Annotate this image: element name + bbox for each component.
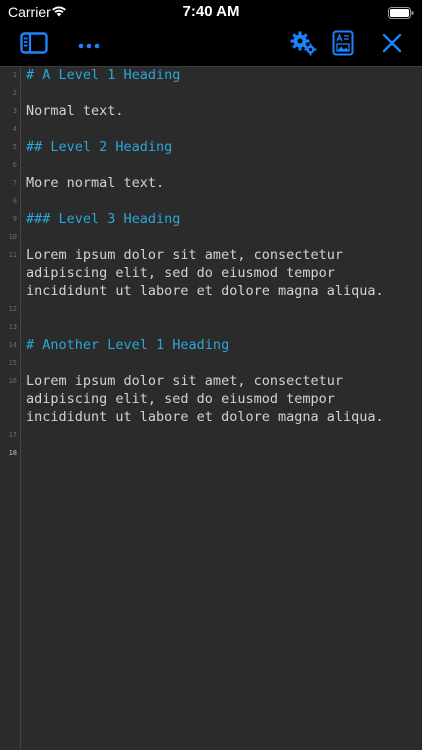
paragraph: Lorem ipsum dolor sit amet, consectetur …	[26, 373, 384, 425]
gears-icon	[289, 30, 317, 61]
heading-line: # A Level 1 Heading	[26, 67, 181, 83]
line-number: 14	[8, 341, 17, 349]
line-number: 6	[12, 161, 17, 169]
line-number: 8	[12, 197, 17, 205]
status-time: 7:40 AM	[182, 3, 240, 20]
ellipsis-icon	[78, 36, 100, 54]
line-number: 7	[12, 179, 17, 187]
more-button[interactable]	[76, 30, 102, 60]
sidebar-icon	[20, 31, 48, 59]
document-preview-icon	[332, 30, 354, 61]
line-number: 4	[12, 125, 17, 133]
status-bar: Carrier 7:40 AM	[0, 0, 422, 24]
line-number: 5	[12, 143, 17, 151]
preview-button[interactable]	[330, 30, 356, 60]
line-number: 13	[8, 323, 17, 331]
line-number: 3	[12, 107, 17, 115]
paragraph: Lorem ipsum dolor sit amet, consectetur …	[26, 247, 384, 299]
line-number: 15	[8, 359, 17, 367]
line-number: 11	[8, 251, 17, 259]
battery-icon	[388, 6, 414, 24]
heading-line: ### Level 3 Heading	[26, 211, 181, 227]
heading-line: # Another Level 1 Heading	[26, 337, 230, 353]
sidebar-toggle-button[interactable]	[18, 30, 50, 60]
text-line: More normal text.	[26, 175, 165, 191]
line-number: 9	[12, 215, 17, 223]
line-number: 16	[8, 377, 17, 385]
settings-button[interactable]	[288, 30, 318, 60]
line-number-gutter: 1 2 3 4 5 6 7 8 9 10 11 12 13 14 15 16 1…	[0, 67, 21, 750]
line-number: 2	[12, 89, 17, 97]
line-number: 1	[12, 71, 17, 79]
line-number-current: 18	[8, 449, 17, 457]
markdown-editor[interactable]: 1 2 3 4 5 6 7 8 9 10 11 12 13 14 15 16 1…	[0, 67, 422, 750]
line-number: 12	[8, 305, 17, 313]
close-icon	[381, 32, 403, 59]
text-line: Normal text.	[26, 103, 124, 119]
heading-line: ## Level 2 Heading	[26, 139, 173, 155]
line-number: 10	[8, 233, 17, 241]
editor-toolbar	[0, 24, 422, 67]
line-number: 17	[8, 431, 17, 439]
close-button[interactable]	[378, 30, 406, 60]
